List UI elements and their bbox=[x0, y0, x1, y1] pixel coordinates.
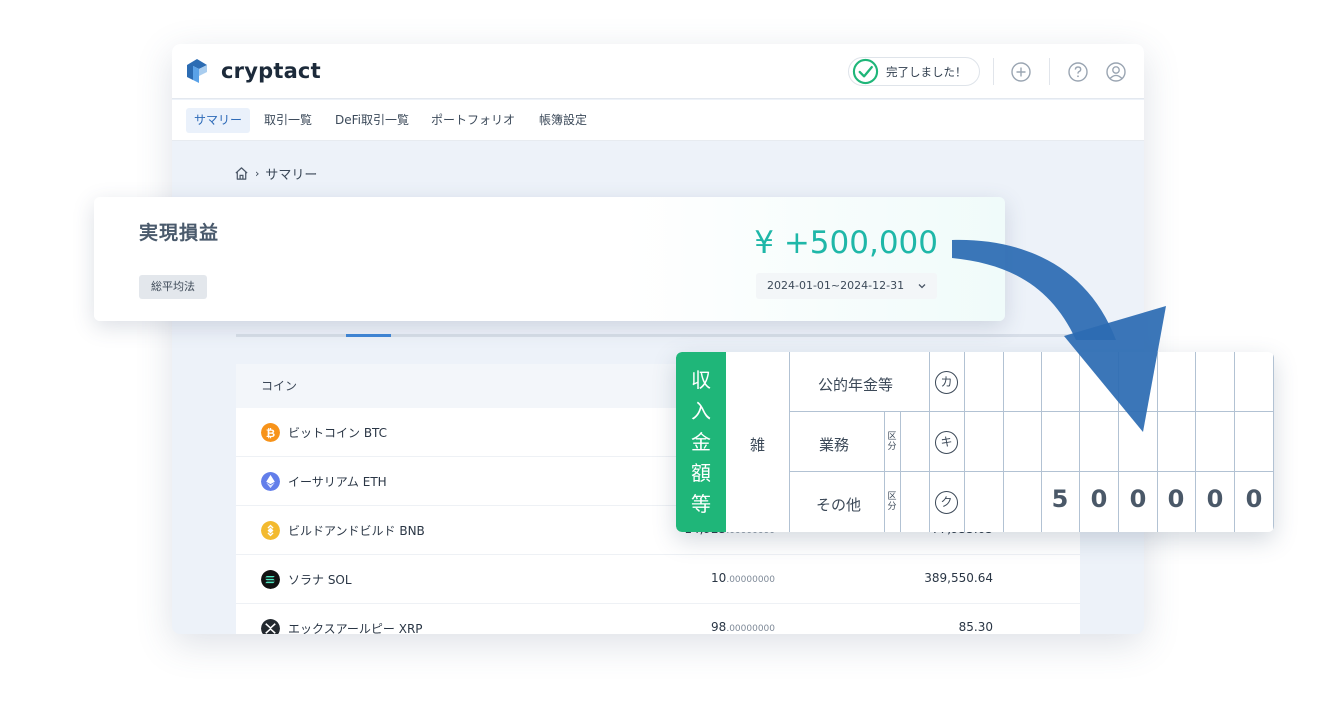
add-icon[interactable] bbox=[1010, 61, 1032, 83]
amount-digit: 0 bbox=[1206, 485, 1224, 513]
side-label-char: 金 bbox=[691, 429, 711, 454]
kubun-label: 区分 bbox=[886, 432, 898, 452]
coin-quantity: 10.00000000 bbox=[711, 571, 775, 585]
grid-line bbox=[1273, 352, 1274, 532]
bnb-icon bbox=[261, 521, 280, 540]
side-label-char: 等 bbox=[691, 491, 711, 516]
row-label-business: 業務 bbox=[819, 436, 850, 454]
table-row[interactable]: ソラナ SOL 10.00000000 389,550.64 bbox=[236, 555, 1080, 604]
date-range-value: 2024-01-01~2024-12-31 bbox=[767, 279, 905, 292]
coin-name: ソラナ SOL bbox=[288, 573, 352, 587]
kubun-char: 区 bbox=[887, 432, 897, 442]
tab-defi-transactions[interactable]: DeFi取引一覧 bbox=[327, 108, 417, 133]
grid-line bbox=[789, 352, 790, 532]
income-amount-label: 収 入 金 額 等 bbox=[676, 352, 726, 532]
tab-transactions[interactable]: 取引一覧 bbox=[256, 108, 320, 133]
user-account-icon[interactable] bbox=[1105, 61, 1127, 83]
grid-line bbox=[929, 352, 930, 532]
table-row[interactable]: エックスアールピー XRP 98.00000000 85.30 bbox=[236, 604, 1080, 634]
coin-amount: 85.30 bbox=[958, 620, 993, 634]
main-nav: サマリー 取引一覧 DeFi取引一覧 ポートフォリオ 帳簿設定 bbox=[172, 100, 1144, 141]
home-icon[interactable] bbox=[234, 166, 249, 181]
realized-profit-title: 実現損益 bbox=[139, 222, 220, 244]
row-label-other: その他 bbox=[816, 496, 862, 514]
date-range-select[interactable]: 2024-01-01~2024-12-31 bbox=[756, 273, 937, 299]
xrp-icon bbox=[261, 619, 280, 634]
realized-profit-card: 実現損益 総平均法 ¥ +500,000 2024-01-01~2024-12-… bbox=[94, 197, 1005, 321]
coin-name: エックスアールピー XRP bbox=[288, 622, 423, 634]
grid-line bbox=[884, 412, 885, 532]
kubun-char: 区 bbox=[887, 492, 897, 502]
coin-name: ビットコイン BTC bbox=[288, 426, 388, 440]
cryptact-logo-icon bbox=[187, 59, 207, 83]
amount-digit: 5 bbox=[1051, 485, 1069, 513]
amount-digit: 0 bbox=[1167, 485, 1185, 513]
quantity-integer: 10 bbox=[711, 571, 727, 585]
calculation-method-badge: 総平均法 bbox=[139, 275, 207, 299]
grid-line bbox=[789, 471, 1274, 472]
app-header: cryptact 完了しました！ bbox=[172, 44, 1144, 99]
sync-status-badge[interactable]: 完了しました！ bbox=[848, 57, 980, 86]
kana-circle-ku: ク bbox=[935, 491, 958, 514]
tab-indicator bbox=[346, 334, 391, 337]
tab-summary[interactable]: サマリー bbox=[186, 108, 251, 133]
amount-digit: 0 bbox=[1090, 485, 1108, 513]
chevron-down-icon bbox=[918, 284, 926, 289]
category-misc: 雑 bbox=[750, 436, 766, 454]
sol-icon bbox=[261, 570, 280, 589]
coin-amount: 389,550.64 bbox=[924, 571, 993, 585]
svg-text:₿: ₿ bbox=[266, 426, 275, 440]
kubun-label: 区分 bbox=[886, 492, 898, 512]
side-label-char: 額 bbox=[691, 460, 711, 485]
check-circle-icon bbox=[852, 58, 879, 85]
tab-portfolio[interactable]: ポートフォリオ bbox=[423, 108, 523, 133]
btc-icon: ₿ bbox=[261, 423, 280, 442]
brand-logo[interactable]: cryptact bbox=[185, 58, 321, 84]
breadcrumb: › サマリー bbox=[234, 164, 317, 183]
curved-arrow-icon bbox=[952, 239, 1166, 432]
header-divider bbox=[993, 58, 994, 85]
brand-name: cryptact bbox=[221, 59, 321, 83]
quantity-decimal: .00000000 bbox=[726, 575, 775, 585]
amount-digit: 0 bbox=[1245, 485, 1263, 513]
quantity-integer: 98 bbox=[711, 620, 727, 634]
row-label-public-pension: 公的年金等 bbox=[818, 376, 894, 394]
realized-profit-value: ¥ +500,000 bbox=[754, 225, 938, 261]
coin-quantity: 98.00000000 bbox=[711, 620, 775, 634]
header-divider bbox=[1049, 58, 1050, 85]
kubun-char: 分 bbox=[887, 502, 897, 512]
sync-status-text: 完了しました！ bbox=[886, 64, 967, 79]
kubun-char: 分 bbox=[887, 442, 897, 452]
chevron-right-icon: › bbox=[255, 167, 260, 180]
coin-name: ビルドアンドビルド BNB bbox=[288, 524, 425, 538]
help-icon[interactable] bbox=[1067, 61, 1089, 83]
amount-digit: 0 bbox=[1129, 485, 1147, 513]
side-label-char: 入 bbox=[691, 398, 711, 423]
breadcrumb-current: サマリー bbox=[265, 168, 318, 183]
eth-icon bbox=[261, 472, 280, 491]
side-label-char: 収 bbox=[691, 367, 711, 392]
tab-ledger-settings[interactable]: 帳簿設定 bbox=[531, 108, 595, 133]
grid-line bbox=[900, 412, 901, 532]
quantity-decimal: .00000000 bbox=[726, 624, 775, 634]
coin-name: イーサリアム ETH bbox=[288, 475, 387, 489]
